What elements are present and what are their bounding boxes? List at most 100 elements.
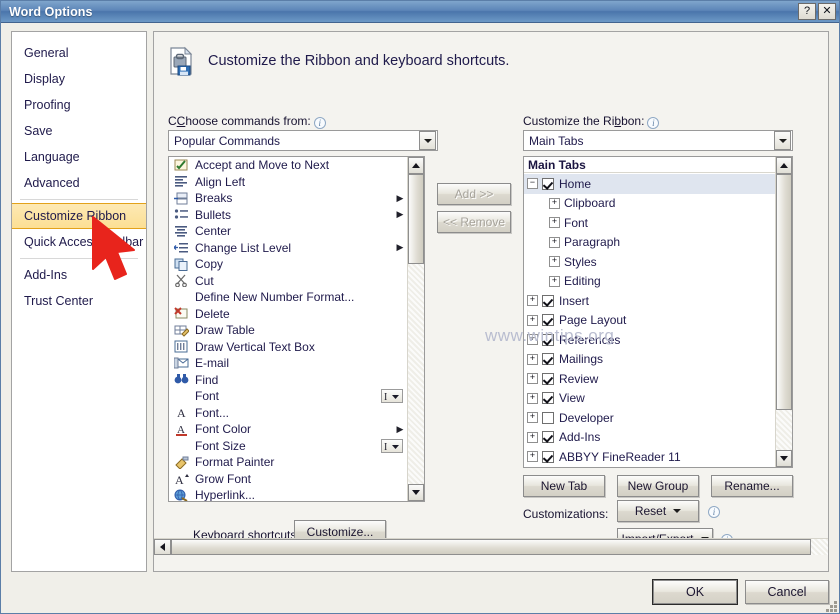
ok-button[interactable]: OK <box>653 580 737 604</box>
ribbon-tree-item[interactable]: +View <box>524 389 775 409</box>
ribbon-tree-item[interactable]: +Blog Post <box>524 467 775 468</box>
command-list-item[interactable]: Delete <box>169 306 407 323</box>
tree-item-checkbox[interactable] <box>542 392 554 404</box>
ribbon-tabs-tree[interactable]: Main Tabs −Home+Clipboard+Font+Paragraph… <box>523 156 793 468</box>
ribbon-tree-item[interactable]: +Editing <box>524 272 775 292</box>
choose-commands-combo[interactable]: Popular Commands <box>168 130 438 151</box>
command-list-item[interactable]: Cut <box>169 273 407 290</box>
tree-expand-icon[interactable]: + <box>549 256 560 267</box>
reset-button[interactable]: Reset <box>617 500 699 522</box>
new-tab-button[interactable]: New Tab <box>523 475 605 497</box>
command-list-item[interactable]: Align Left <box>169 174 407 191</box>
customize-ribbon-chevron-down-icon[interactable] <box>774 131 791 150</box>
tree-scroll-down-button[interactable] <box>776 450 792 467</box>
help-button[interactable]: ? <box>798 3 816 20</box>
command-list-item[interactable]: Bullets▶ <box>169 207 407 224</box>
commands-scroll-track[interactable] <box>408 264 424 484</box>
tree-expand-icon[interactable]: + <box>527 295 538 306</box>
tree-item-checkbox[interactable] <box>542 431 554 443</box>
ribbon-tree-item[interactable]: +Insert <box>524 291 775 311</box>
tree-expand-icon[interactable]: + <box>549 198 560 209</box>
tree-expand-icon[interactable]: + <box>527 451 538 462</box>
close-button[interactable]: ✕ <box>818 3 836 20</box>
customize-ribbon-combo[interactable]: Main Tabs <box>523 130 793 151</box>
tree-expand-icon[interactable]: + <box>549 217 560 228</box>
tree-item-checkbox[interactable] <box>542 178 554 190</box>
sidebar-item-proofing[interactable]: Proofing <box>12 92 146 118</box>
cancel-button[interactable]: Cancel <box>745 580 829 604</box>
command-list-item[interactable]: AFont Color▶ <box>169 421 407 438</box>
ribbon-tree-item[interactable]: +Review <box>524 369 775 389</box>
tree-expand-icon[interactable]: + <box>527 315 538 326</box>
command-list-item[interactable]: Font SizeI <box>169 438 407 455</box>
commands-listbox[interactable]: Accept and Move to NextAlign LeftBreaks▶… <box>168 156 425 502</box>
sidebar-item-add-ins[interactable]: Add-Ins <box>12 262 146 288</box>
ribbon-tree-item[interactable]: +References <box>524 330 775 350</box>
ribbon-tree-item[interactable]: +Styles <box>524 252 775 272</box>
sidebar-item-general[interactable]: General <box>12 40 146 66</box>
command-list-item[interactable]: Find <box>169 372 407 389</box>
customize-ribbon-info-icon[interactable]: i <box>647 117 659 129</box>
sidebar-item-quick-access-toolbar[interactable]: Quick Access Toolbar <box>12 229 146 255</box>
ribbon-tree-item[interactable]: +Clipboard <box>524 194 775 214</box>
command-gallery-dropdown-icon[interactable]: I <box>381 439 403 453</box>
resize-grip[interactable] <box>823 598 837 612</box>
tree-expand-icon[interactable]: + <box>527 432 538 443</box>
command-list-item[interactable]: Draw Table <box>169 322 407 339</box>
command-submenu-chevron-right-icon[interactable]: ▶ <box>393 242 407 253</box>
ribbon-tree-item[interactable]: +Font <box>524 213 775 233</box>
tree-scroll-track[interactable] <box>776 410 792 450</box>
tree-item-checkbox[interactable] <box>542 334 554 346</box>
choose-commands-chevron-down-icon[interactable] <box>419 131 436 150</box>
command-list-item[interactable]: Format Painter <box>169 454 407 471</box>
command-list-item[interactable]: Hyperlink... <box>169 487 407 501</box>
tree-vertical-scrollbar[interactable] <box>775 157 792 467</box>
tree-expand-icon[interactable]: + <box>527 393 538 404</box>
ribbon-tree-item[interactable]: +ABBYY FineReader 11 <box>524 447 775 467</box>
ribbon-tree-item[interactable]: +Mailings <box>524 350 775 370</box>
command-submenu-chevron-right-icon[interactable]: ▶ <box>393 424 407 435</box>
tree-collapse-icon[interactable]: − <box>527 178 538 189</box>
command-list-item[interactable]: AFont... <box>169 405 407 422</box>
new-group-button[interactable]: New Group <box>617 475 699 497</box>
sidebar-item-display[interactable]: Display <box>12 66 146 92</box>
tree-item-checkbox[interactable] <box>542 295 554 307</box>
tree-item-checkbox[interactable] <box>542 353 554 365</box>
command-submenu-chevron-right-icon[interactable]: ▶ <box>393 209 407 220</box>
command-list-item[interactable]: Copy <box>169 256 407 273</box>
title-bar[interactable]: Word Options ? ✕ <box>1 1 839 23</box>
command-list-item[interactable]: Breaks▶ <box>169 190 407 207</box>
sidebar-item-advanced[interactable]: Advanced <box>12 170 146 196</box>
command-list-item[interactable]: AGrow Font <box>169 471 407 488</box>
command-list-item[interactable]: FontI <box>169 388 407 405</box>
tree-scroll-up-button[interactable] <box>776 157 792 174</box>
command-gallery-dropdown-icon[interactable]: I <box>381 389 403 403</box>
command-list-item[interactable]: Center <box>169 223 407 240</box>
tree-item-checkbox[interactable] <box>542 412 554 424</box>
command-list-item[interactable]: E-mail <box>169 355 407 372</box>
ribbon-tree-item[interactable]: +Add-Ins <box>524 428 775 448</box>
hscroll-thumb[interactable] <box>171 539 811 555</box>
rename-button[interactable]: Rename... <box>711 475 793 497</box>
ribbon-tree-item[interactable]: +Paragraph <box>524 233 775 253</box>
tree-expand-icon[interactable]: + <box>527 373 538 384</box>
sidebar-item-trust-center[interactable]: Trust Center <box>12 288 146 314</box>
content-horizontal-scrollbar[interactable] <box>154 538 828 555</box>
add-button[interactable]: Add >> <box>437 183 511 205</box>
sidebar-item-language[interactable]: Language <box>12 144 146 170</box>
command-list-item[interactable]: Draw Vertical Text Box <box>169 339 407 356</box>
ribbon-tree-item[interactable]: −Home <box>524 174 775 194</box>
command-list-item[interactable]: Accept and Move to Next <box>169 157 407 174</box>
tree-scroll-thumb[interactable] <box>776 174 792 410</box>
ribbon-tree-item[interactable]: +Page Layout <box>524 311 775 331</box>
tree-item-checkbox[interactable] <box>542 451 554 463</box>
tree-item-checkbox[interactable] <box>542 314 554 326</box>
tree-item-checkbox[interactable] <box>542 373 554 385</box>
sidebar-item-save[interactable]: Save <box>12 118 146 144</box>
tree-expand-icon[interactable]: + <box>527 334 538 345</box>
commands-scroll-thumb[interactable] <box>408 174 424 264</box>
commands-scroll-down-button[interactable] <box>408 484 424 501</box>
sidebar-item-customize-ribbon[interactable]: Customize Ribbon <box>12 203 146 229</box>
hscroll-left-button[interactable] <box>154 539 171 555</box>
command-list-item[interactable]: Define New Number Format... <box>169 289 407 306</box>
